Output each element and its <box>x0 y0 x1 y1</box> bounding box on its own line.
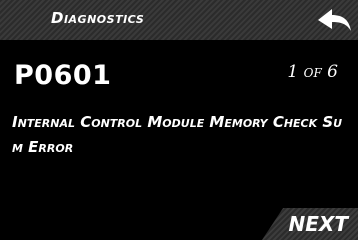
header-bar: Diagnostics <box>0 0 358 40</box>
diagnostics-screen: Diagnostics P0601 1 of 6 Internal Contro… <box>0 0 358 240</box>
next-button-label: NEXT <box>288 212 348 236</box>
back-arrow-icon <box>318 9 351 31</box>
page-indicator: 1 of 6 <box>287 62 338 82</box>
back-button[interactable] <box>314 6 354 34</box>
next-button[interactable]: NEXT <box>262 208 358 240</box>
code-description: Internal Control Module Memory Check Sum… <box>12 113 343 156</box>
page-title: Diagnostics <box>51 9 145 27</box>
trouble-code: P0601 <box>14 60 112 91</box>
